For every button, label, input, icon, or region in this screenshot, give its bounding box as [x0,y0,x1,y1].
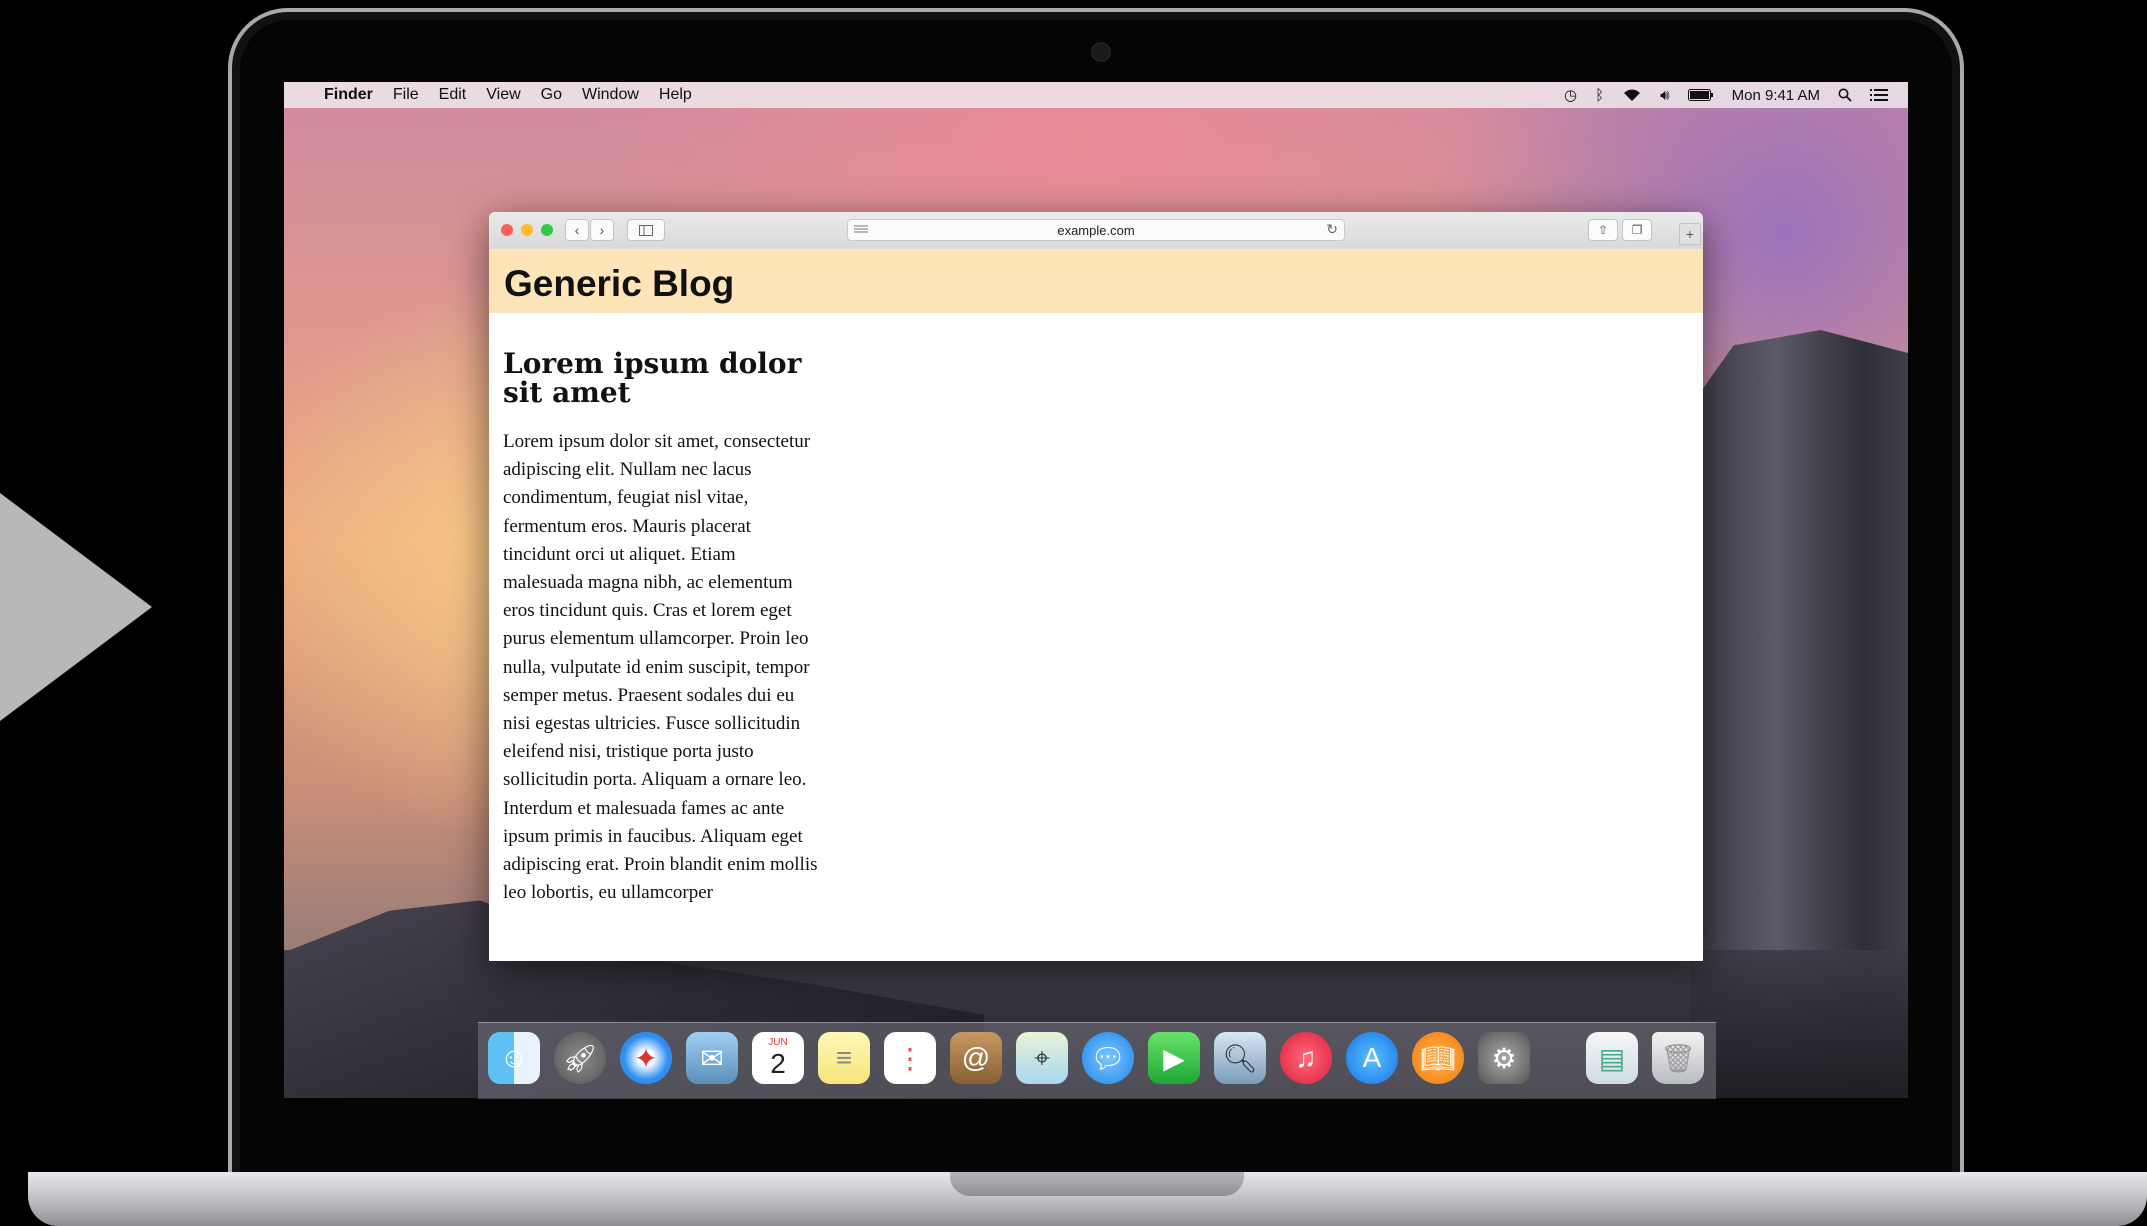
menu-help[interactable]: Help [659,86,692,104]
sidebar-icon [639,224,653,236]
maps-icon[interactable]: ⌖ [1016,1032,1068,1084]
article-heading: Lorem ipsum dolor sit amet [503,347,802,409]
menu-window[interactable]: Window [582,86,639,104]
address-bar[interactable]: example.com ↻ [847,219,1345,241]
preview-icon[interactable]: 🔍︎ [1214,1032,1266,1084]
forward-button[interactable]: › [590,219,614,241]
browser-window: ‹ › example.com ↻ ⇧ ❐ + Generic Blog Lor… [489,212,1703,961]
mail-icon[interactable]: ✉ [686,1032,738,1084]
menu-view[interactable]: View [486,86,520,104]
contacts-icon[interactable]: @ [950,1032,1002,1084]
menu-edit[interactable]: Edit [439,86,467,104]
documents-icon[interactable]: ▤ [1586,1032,1638,1084]
notification-center-icon[interactable] [1870,89,1888,101]
article-body: Lorem ipsum dolor sit amet, consectetur … [503,431,818,904]
wifi-icon[interactable] [1622,88,1642,102]
volume-icon[interactable]: 🔊︎ [1660,87,1669,104]
plus-icon: + [1685,226,1695,242]
time-machine-icon[interactable]: ◷ [1564,86,1577,104]
minimize-window-button[interactable] [521,224,533,236]
notes-icon[interactable]: ≡ [818,1032,870,1084]
share-icon: ⇧ [1597,223,1609,237]
menu-go[interactable]: Go [541,86,562,104]
tabs-overview-button[interactable]: ❐ [1622,219,1652,241]
close-window-button[interactable] [501,224,513,236]
address-url: example.com [1057,222,1135,238]
browser-toolbar: ‹ › example.com ↻ ⇧ ❐ + [489,212,1703,250]
itunes-icon[interactable]: ♫ [1280,1032,1332,1084]
chevron-right-icon: › [599,222,605,238]
finder-icon[interactable]: ☺ [488,1032,540,1084]
sidebar-button[interactable] [627,219,665,241]
status-menus: ◷ ᛒ 🔊︎ Mon 9:41 AM [1564,82,1888,108]
blog-title[interactable]: Generic Blog [504,265,734,302]
reload-icon[interactable]: ↻ [1326,221,1338,238]
messages-icon[interactable]: 💬︎ [1082,1032,1134,1084]
bluetooth-icon[interactable]: ᛒ [1595,87,1604,104]
camera-icon [1091,42,1111,62]
trash-icon[interactable]: 🗑︎ [1652,1032,1704,1084]
ibooks-icon[interactable]: 📖︎ [1412,1032,1464,1084]
menu-bar: Finder File Edit View Go Window Help ◷ ᛒ… [284,82,1908,108]
share-button[interactable]: ⇧ [1588,219,1618,241]
tabs-icon: ❐ [1631,223,1643,237]
battery-icon[interactable] [1687,89,1714,101]
calendar-icon[interactable]: JUN 2 [752,1032,804,1084]
menu-file[interactable]: File [393,86,419,104]
laptop-opening-notch [950,1172,1244,1196]
app-store-icon[interactable]: A [1346,1032,1398,1084]
facetime-icon[interactable]: ▶ [1148,1032,1200,1084]
launchpad-icon[interactable]: 🚀︎ [554,1032,606,1084]
menu-clock[interactable]: Mon 9:41 AM [1732,87,1820,104]
play-arrow-icon [0,493,152,721]
blog-header: Generic Blog [489,249,1703,313]
menu-app-name[interactable]: Finder [324,86,373,104]
reminders-icon[interactable]: ⋮ [884,1032,936,1084]
reader-view-icon[interactable] [854,225,868,235]
system-preferences-icon[interactable]: ⚙ [1478,1032,1530,1084]
chevron-left-icon: ‹ [574,222,580,238]
safari-icon[interactable]: ✦ [620,1032,672,1084]
new-tab-button[interactable]: + [1679,223,1701,245]
zoom-window-button[interactable] [541,224,553,236]
back-button[interactable]: ‹ [565,219,589,241]
calendar-day: 2 [770,1048,786,1079]
spotlight-search-icon[interactable] [1838,88,1852,102]
